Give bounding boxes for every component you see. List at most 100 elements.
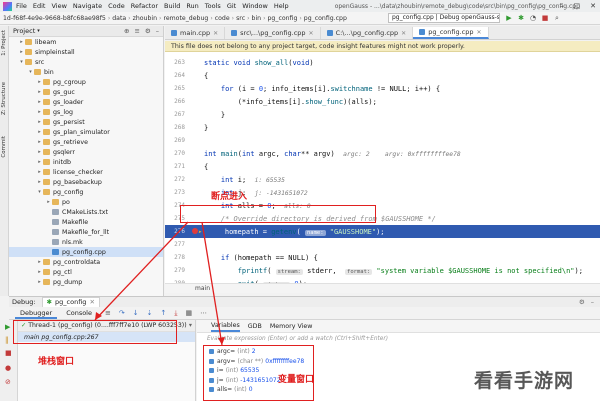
editor-tab[interactable]: src\...\pg_config.cpp ✕	[225, 27, 321, 39]
tree-item[interactable]: ▸ pg_cgroup	[9, 77, 163, 87]
line-number[interactable]: 277	[165, 241, 189, 248]
expand-arrow-icon[interactable]: ▸	[36, 149, 43, 155]
tree-item[interactable]: ▸ gs_persist	[9, 117, 163, 127]
tree-item[interactable]: ▸ pg_ctl	[9, 267, 163, 277]
tree-item[interactable]: ▸ gs_loader	[9, 97, 163, 107]
breadcrumb-item[interactable]: src	[236, 15, 245, 22]
variable-row[interactable]: alls = (int) 0	[209, 385, 253, 394]
hide-icon[interactable]: –	[156, 27, 159, 35]
code-line[interactable]: 269	[165, 134, 600, 147]
chevron-down-icon[interactable]: ▾	[37, 28, 40, 34]
mute-breakpoints-icon[interactable]: ⊘	[5, 378, 11, 386]
menu-item-view[interactable]: View	[51, 2, 66, 10]
stack-frame[interactable]: main pg_config.cpp:267	[18, 332, 195, 342]
tree-item[interactable]: ▸ license_checker	[9, 167, 163, 177]
menu-item-help[interactable]: Help	[274, 2, 289, 10]
expand-arrow-icon[interactable]: ▸	[18, 49, 25, 55]
menu-icon[interactable]: ≡	[105, 309, 111, 317]
variable-row[interactable]: i = (int) 65535	[209, 366, 259, 375]
code-line[interactable]: 271 {	[165, 160, 600, 173]
trace-icon[interactable]: ⋯	[200, 309, 207, 317]
tree-item[interactable]: ▸ gs_guc	[9, 87, 163, 97]
tree-item[interactable]: Makefile_for_llt	[9, 227, 163, 237]
tree-item[interactable]: ▾ bin	[9, 67, 163, 77]
tree-item[interactable]: Makefile	[9, 217, 163, 227]
expand-arrow-icon[interactable]: ▸	[45, 199, 52, 205]
gear-icon[interactable]: ⚙	[145, 27, 151, 35]
tree-item[interactable]: CMakeLists.txt	[9, 207, 163, 217]
debug-icon[interactable]: ✱	[517, 14, 525, 22]
expand-arrow-icon[interactable]: ▸	[36, 79, 43, 85]
run-icon[interactable]: ▶	[505, 14, 513, 22]
expand-arrow-icon[interactable]: ▾	[36, 189, 43, 195]
structure-tool-tab[interactable]: Z: Structure	[1, 82, 7, 115]
expand-arrow-icon[interactable]: ▸	[36, 89, 43, 95]
editor-tab[interactable]: main.cpp ✕	[165, 27, 226, 39]
tab-debugger[interactable]: Debugger	[15, 308, 58, 319]
code-line[interactable]: 277	[165, 238, 600, 251]
menu-item-window[interactable]: Window	[242, 2, 268, 10]
expand-arrow-icon[interactable]: ▸	[36, 169, 43, 175]
maximize-icon[interactable]: □	[574, 2, 581, 10]
expand-arrow-icon[interactable]: ▾	[18, 59, 25, 65]
expand-arrow-icon[interactable]: ▸	[36, 259, 43, 265]
menu-item-git[interactable]: Git	[227, 2, 236, 10]
code-line[interactable]: 275 /* Override directory is derived fro…	[165, 212, 600, 225]
tree-item[interactable]: ▾ pg_config	[9, 187, 163, 197]
close-icon[interactable]: ✕	[309, 30, 314, 37]
minimize-icon[interactable]: –	[560, 2, 564, 10]
chevron-down-icon[interactable]: ▾	[189, 322, 195, 329]
debug-session-tab[interactable]: ✱ pg_config ✕	[41, 297, 100, 307]
line-number[interactable]: 263	[165, 59, 189, 66]
commit-tool-tab[interactable]: Commit	[1, 136, 7, 158]
tree-item[interactable]: ▸ libeam	[9, 37, 163, 47]
code-line[interactable]: 278 if (homepath == NULL) {	[165, 251, 600, 264]
tree-item[interactable]: ▸ pg_basebackup	[9, 177, 163, 187]
code-line[interactable]: 268}	[165, 121, 600, 134]
line-number[interactable]: 270	[165, 150, 189, 157]
tab-variables[interactable]: Variables	[211, 320, 240, 332]
breadcrumb-item[interactable]: code	[215, 15, 230, 22]
code-line[interactable]: 266 (*info_items[i].show_func)(alls);	[165, 95, 600, 108]
close-icon[interactable]: ✕	[476, 29, 481, 36]
tab-memory-view[interactable]: Memory View	[270, 323, 313, 330]
line-number[interactable]: 265	[165, 85, 189, 92]
stop-icon[interactable]: ■	[541, 14, 549, 22]
expand-arrow-icon[interactable]: ▾	[27, 69, 34, 75]
expand-arrow-icon[interactable]: ▸	[18, 39, 25, 45]
locate-icon[interactable]: ⊕	[124, 27, 129, 35]
tree-item[interactable]: pg_config.cpp	[9, 247, 163, 257]
tree-item[interactable]: ▸ gs_plan_simulator	[9, 127, 163, 137]
close-icon[interactable]: ✕	[213, 30, 218, 37]
breadcrumb-item[interactable]: pg_config	[268, 15, 298, 22]
line-number[interactable]: 268	[165, 124, 189, 131]
tree-item[interactable]: ▾ src	[9, 57, 163, 67]
search-icon[interactable]: ⌕	[553, 14, 561, 22]
pause-icon[interactable]: ‖	[5, 336, 9, 344]
line-number[interactable]: 266	[165, 98, 189, 105]
close-icon[interactable]: ✕	[89, 298, 94, 307]
tree-item[interactable]: ▸ pg_dump	[9, 277, 163, 287]
gear-icon[interactable]: ⚙	[579, 298, 585, 306]
collapse-icon[interactable]: ≡	[134, 27, 139, 35]
line-number[interactable]: 272	[165, 176, 189, 183]
evaluate-expression-input[interactable]: Evaluate expression (Enter) or add a wat…	[207, 336, 597, 345]
line-number[interactable]: 278	[165, 254, 189, 261]
code-line[interactable]: 279 fprintf( stream: stderr, format: "sy…	[165, 264, 600, 277]
menu-item-navigate[interactable]: Navigate	[73, 2, 102, 10]
resume-icon[interactable]: ▶	[5, 323, 10, 331]
project-panel-title[interactable]: Project	[13, 27, 35, 35]
variable-row[interactable]: argc = (int) 2	[209, 347, 256, 356]
breakpoint-icon[interactable]: ➤	[189, 227, 205, 236]
line-number[interactable]: 279	[165, 267, 189, 274]
breadcrumb-item[interactable]: pg_config.cpp	[304, 15, 347, 22]
expand-arrow-icon[interactable]: ▸	[36, 99, 43, 105]
expand-arrow-icon[interactable]: ▸	[36, 279, 43, 285]
menu-item-refactor[interactable]: Refactor	[131, 2, 158, 10]
variable-row[interactable]: argv = (char **) 0xffffffffee78	[209, 357, 304, 366]
menu-item-code[interactable]: Code	[108, 2, 125, 10]
line-number[interactable]: 264	[165, 72, 189, 79]
step-out-icon[interactable]: ↑	[161, 309, 167, 317]
menu-item-tools[interactable]: Tools	[205, 2, 221, 10]
line-number[interactable]: 274	[165, 202, 189, 209]
